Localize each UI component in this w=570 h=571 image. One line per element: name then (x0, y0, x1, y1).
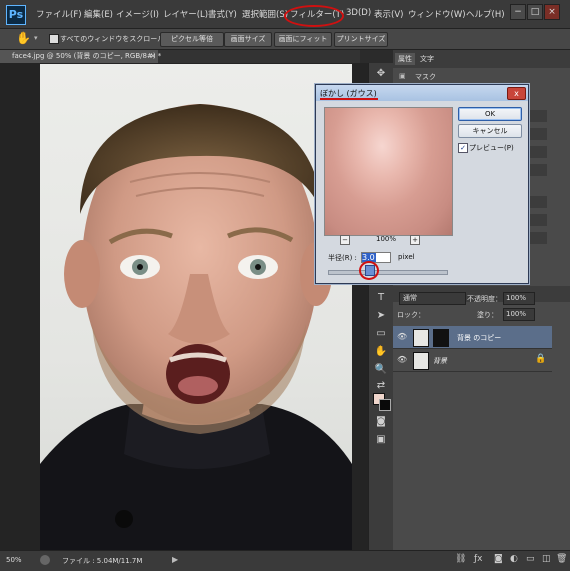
actual-pixels-button[interactable]: ピクセル等倍 (160, 32, 224, 47)
mask-icon: ▣ (399, 72, 406, 80)
cancel-button[interactable]: キャンセル (458, 124, 522, 138)
document-tab[interactable]: face4.jpg @ 50% (背景 のコピー, RGB/8#) * × (0, 50, 162, 63)
print-size-button[interactable]: プリントサイズ (334, 32, 388, 47)
panel-field[interactable] (527, 146, 547, 158)
layer-name[interactable]: 背景 のコピー (457, 333, 501, 343)
shape-tool-icon[interactable]: ▭ (373, 327, 389, 341)
filter-highlight-circle (284, 5, 344, 27)
status-arrow-icon[interactable]: ▶ (172, 555, 178, 564)
fill-label: 塗り： (477, 311, 498, 319)
status-info-icon[interactable] (40, 555, 50, 565)
new-layer-icon[interactable]: ◫ (542, 554, 551, 564)
panel-field[interactable] (527, 214, 547, 226)
radius-unit: pixel (398, 253, 415, 261)
file-size-info: ファイル : 5.04M/11.7M (62, 557, 143, 565)
gaussian-blur-dialog: ぼかし (ガウス) x − 100% + OK キャンセル ✓ プレビュー(P)… (315, 84, 529, 284)
panel-field[interactable] (527, 128, 547, 140)
new-group-icon[interactable]: ▭ (526, 554, 535, 564)
layer-style-icon[interactable]: ƒx (474, 554, 483, 564)
type-tool-icon[interactable]: T (373, 291, 389, 305)
menu-edit[interactable]: 編集(E) (84, 8, 113, 20)
menu-layer[interactable]: レイヤー(L) (163, 8, 208, 20)
blend-mode-value: 通常 (403, 294, 417, 302)
menu-image[interactable]: イメージ(I) (116, 8, 159, 20)
menu-view[interactable]: 表示(V) (374, 8, 403, 20)
move-tool-icon[interactable]: ✥ (373, 67, 389, 81)
fit-screen-button[interactable]: 画面サイズ (224, 32, 272, 47)
document-close-icon[interactable]: × (150, 50, 156, 63)
panel-field[interactable] (527, 110, 547, 122)
menu-3d[interactable]: 3D(D) (346, 8, 371, 18)
hand-icon[interactable]: ✋ (373, 345, 389, 359)
lock-label: ロック： (397, 311, 425, 319)
zoom-in-button[interactable]: + (410, 235, 420, 245)
add-mask-icon[interactable]: ◙ (494, 554, 503, 564)
fill-screen-button[interactable]: 画面にフィット (274, 32, 332, 47)
maximize-icon[interactable]: □ (527, 4, 543, 20)
panel-field[interactable] (527, 196, 547, 208)
fill-input[interactable]: 100% (503, 308, 535, 321)
slider-highlight-circle (359, 261, 379, 280)
zoom-out-button[interactable]: − (340, 235, 350, 245)
trash-icon[interactable]: 🗑 (556, 554, 567, 564)
dialog-titlebar[interactable]: ぼかし (ガウス) x (316, 85, 528, 101)
opacity-label: 不透明度： (467, 295, 502, 303)
photoshop-logo-icon: Ps (6, 5, 26, 25)
menu-file[interactable]: ファイル(F) (36, 8, 82, 20)
menu-window[interactable]: ウィンドウ(W) (408, 8, 466, 20)
status-bar: 50% ファイル : 5.04M/11.7M ▶ ⛓ ƒx ◙ ◐ ▭ ◫ 🗑 (0, 550, 570, 571)
title-underline-annotation (320, 98, 378, 100)
layer-row[interactable]: 👁 背景 🔒 (393, 349, 552, 372)
panel-field[interactable] (527, 232, 547, 244)
zoom-tool-icon[interactable]: 🔍 (373, 363, 389, 377)
menu-type[interactable]: 書式(Y) (208, 8, 237, 20)
radius-label: 半径(R) : (328, 254, 357, 262)
tab-character[interactable]: 文字 (417, 53, 437, 65)
menu-help[interactable]: ヘルプ(H) (466, 8, 505, 20)
face-photo-illustration (40, 104, 352, 550)
swap-colors-icon[interactable]: ⇄ (373, 379, 389, 393)
layer-thumbnail (413, 329, 429, 347)
options-bar: ✋ ▾ すべてのウィンドウをスクロール ピクセル等倍 画面サイズ 画面にフィット… (0, 29, 570, 50)
zoom-level[interactable]: 50% (6, 556, 22, 564)
tab-properties[interactable]: 属性 (395, 53, 415, 65)
layer-thumbnail (413, 352, 429, 370)
screen-mode-icon[interactable]: ▣ (373, 433, 389, 447)
menu-bar: Ps ファイル(F) 編集(E) イメージ(I) レイヤー(L) 書式(Y) 選… (0, 0, 570, 29)
close-icon[interactable]: × (544, 4, 560, 20)
radius-slider-track[interactable] (328, 270, 448, 275)
visibility-eye-icon[interactable]: 👁 (397, 355, 407, 364)
hand-tool-icon[interactable]: ✋ (16, 31, 31, 45)
preview-label: プレビュー(P) (469, 144, 514, 152)
path-select-icon[interactable]: ➤ (373, 309, 389, 323)
layer-row[interactable]: 👁 背景 のコピー (393, 326, 552, 349)
blur-preview-image[interactable] (324, 107, 453, 236)
minimize-icon[interactable]: − (510, 4, 526, 20)
mask-label: マスク (415, 73, 436, 81)
visibility-eye-icon[interactable]: 👁 (397, 332, 407, 341)
preview-checkbox[interactable]: ✓ (458, 143, 468, 153)
menu-select[interactable]: 選択範囲(S) (242, 8, 288, 20)
opacity-input[interactable]: 100% (503, 292, 535, 305)
photo-image[interactable] (40, 64, 352, 550)
link-layers-icon[interactable]: ⛓ (455, 554, 466, 564)
scroll-all-windows-checkbox[interactable] (49, 34, 59, 44)
adjustment-layer-icon[interactable]: ◐ (510, 554, 518, 564)
layer-mask-thumbnail[interactable] (433, 329, 449, 347)
dialog-close-button[interactable]: x (507, 87, 526, 100)
document-tab-title: face4.jpg @ 50% (背景 のコピー, RGB/8#) * (12, 52, 162, 60)
preview-zoom-level: 100% (376, 235, 397, 243)
lock-icon: 🔒 (535, 354, 547, 364)
scroll-all-windows-label: すべてのウィンドウをスクロール (60, 35, 165, 43)
ok-button[interactable]: OK (458, 107, 522, 121)
background-color-swatch[interactable] (379, 399, 391, 411)
layer-name[interactable]: 背景 (433, 356, 447, 366)
quick-mask-icon[interactable]: ◙ (373, 415, 389, 429)
panel-field[interactable] (527, 164, 547, 176)
tool-preset-chevron-icon[interactable]: ▾ (34, 34, 38, 42)
blend-mode-select[interactable]: 通常 (399, 292, 466, 305)
